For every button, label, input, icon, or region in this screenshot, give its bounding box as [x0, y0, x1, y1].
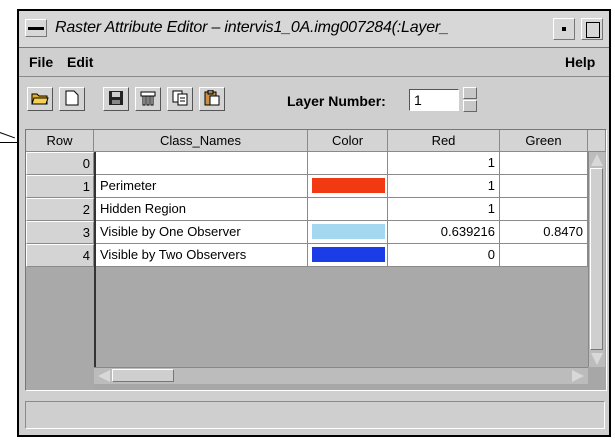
maximize-icon — [586, 22, 600, 38]
menu-bar: File Edit Help — [19, 48, 609, 77]
class-name-cell[interactable]: Visible by One Observer — [96, 221, 308, 244]
horizontal-scroll-thumb[interactable] — [112, 369, 174, 382]
class-name-cell[interactable]: Hidden Region — [96, 198, 308, 221]
color-cell[interactable] — [308, 244, 388, 267]
row-number[interactable]: 3 — [26, 221, 94, 244]
open-folder-icon — [31, 90, 49, 109]
copy-button[interactable] — [167, 87, 193, 111]
green-cell[interactable] — [500, 152, 588, 175]
row-header-empty — [26, 267, 94, 390]
color-swatch — [312, 201, 385, 216]
column-header-row[interactable]: Row — [26, 130, 94, 152]
scroll-down-arrow-icon[interactable] — [591, 353, 603, 365]
scroll-up-arrow-icon[interactable] — [591, 154, 603, 166]
scroll-left-arrow-icon[interactable] — [98, 370, 110, 382]
new-button[interactable] — [59, 87, 85, 111]
column-properties-button[interactable] — [135, 87, 161, 111]
row-number[interactable]: 0 — [26, 152, 94, 175]
window-menu-icon — [28, 27, 44, 30]
minimize-button[interactable] — [553, 18, 575, 40]
color-swatch — [312, 224, 385, 239]
class-name-cell[interactable]: Visible by Two Observers — [96, 244, 308, 267]
red-cell[interactable]: 1 — [388, 152, 500, 175]
color-swatch — [312, 155, 385, 170]
red-cell[interactable]: 1 — [388, 175, 500, 198]
header-corner — [588, 130, 606, 152]
column-header-red[interactable]: Red — [388, 130, 500, 152]
paste-icon — [204, 89, 220, 109]
green-cell[interactable] — [500, 244, 588, 267]
color-cell[interactable] — [308, 198, 388, 221]
layer-number-spinner[interactable] — [463, 87, 477, 113]
layer-number-input[interactable] — [409, 89, 459, 111]
green-cell[interactable] — [500, 175, 588, 198]
title-bar: Raster Attribute Editor – intervis1_0A.i… — [19, 11, 609, 48]
maximize-button[interactable] — [581, 18, 603, 40]
green-cell[interactable] — [500, 198, 588, 221]
color-cell[interactable] — [308, 221, 388, 244]
vertical-scroll-thumb[interactable] — [590, 168, 603, 350]
row-number[interactable]: 1 — [26, 175, 94, 198]
window-title: Raster Attribute Editor – intervis1_0A.i… — [55, 19, 449, 36]
column-header-color[interactable]: Color — [308, 130, 388, 152]
window-menu-button[interactable] — [25, 19, 47, 37]
class-name-cell[interactable]: Perimeter — [96, 175, 308, 198]
column-header-green[interactable]: Green — [500, 130, 588, 152]
row-number[interactable]: 2 — [26, 198, 94, 221]
spinner-down-button[interactable] — [463, 100, 477, 112]
attribute-table: Row Class_Names Color Red Green 0 1 1 Pe… — [25, 129, 607, 391]
green-cell[interactable]: 0.8470 — [500, 221, 588, 244]
spinner-up-button[interactable] — [463, 87, 477, 99]
status-bar — [25, 401, 605, 429]
color-cell[interactable] — [308, 175, 388, 198]
raster-attribute-editor-window: Raster Attribute Editor – intervis1_0A.i… — [17, 9, 611, 437]
color-swatch — [312, 247, 385, 262]
class-name-cell[interactable] — [96, 152, 308, 175]
color-swatch — [312, 178, 385, 193]
color-cell[interactable] — [308, 152, 388, 175]
callout-line — [0, 132, 16, 139]
red-cell[interactable]: 1 — [388, 198, 500, 221]
menu-edit[interactable]: Edit — [67, 54, 93, 70]
layer-number-label: Layer Number: — [287, 93, 386, 109]
open-button[interactable] — [27, 87, 53, 111]
save-button[interactable] — [103, 87, 129, 111]
row-number[interactable]: 4 — [26, 244, 94, 267]
new-document-icon — [65, 90, 79, 109]
red-cell[interactable]: 0 — [388, 244, 500, 267]
scroll-right-arrow-icon[interactable] — [572, 370, 584, 382]
column-properties-icon — [139, 90, 157, 109]
save-disk-icon — [108, 90, 124, 109]
toolbar: Layer Number: — [19, 77, 609, 127]
menu-file[interactable]: File — [29, 54, 53, 70]
menu-help[interactable]: Help — [565, 54, 595, 70]
column-header-class-names[interactable]: Class_Names — [94, 130, 308, 152]
copy-icon — [172, 90, 188, 109]
paste-button[interactable] — [199, 87, 225, 111]
vertical-scrollbar[interactable] — [588, 152, 605, 367]
minimize-icon — [562, 27, 566, 31]
horizontal-scrollbar[interactable] — [94, 367, 588, 384]
red-cell[interactable]: 0.639216 — [388, 221, 500, 244]
